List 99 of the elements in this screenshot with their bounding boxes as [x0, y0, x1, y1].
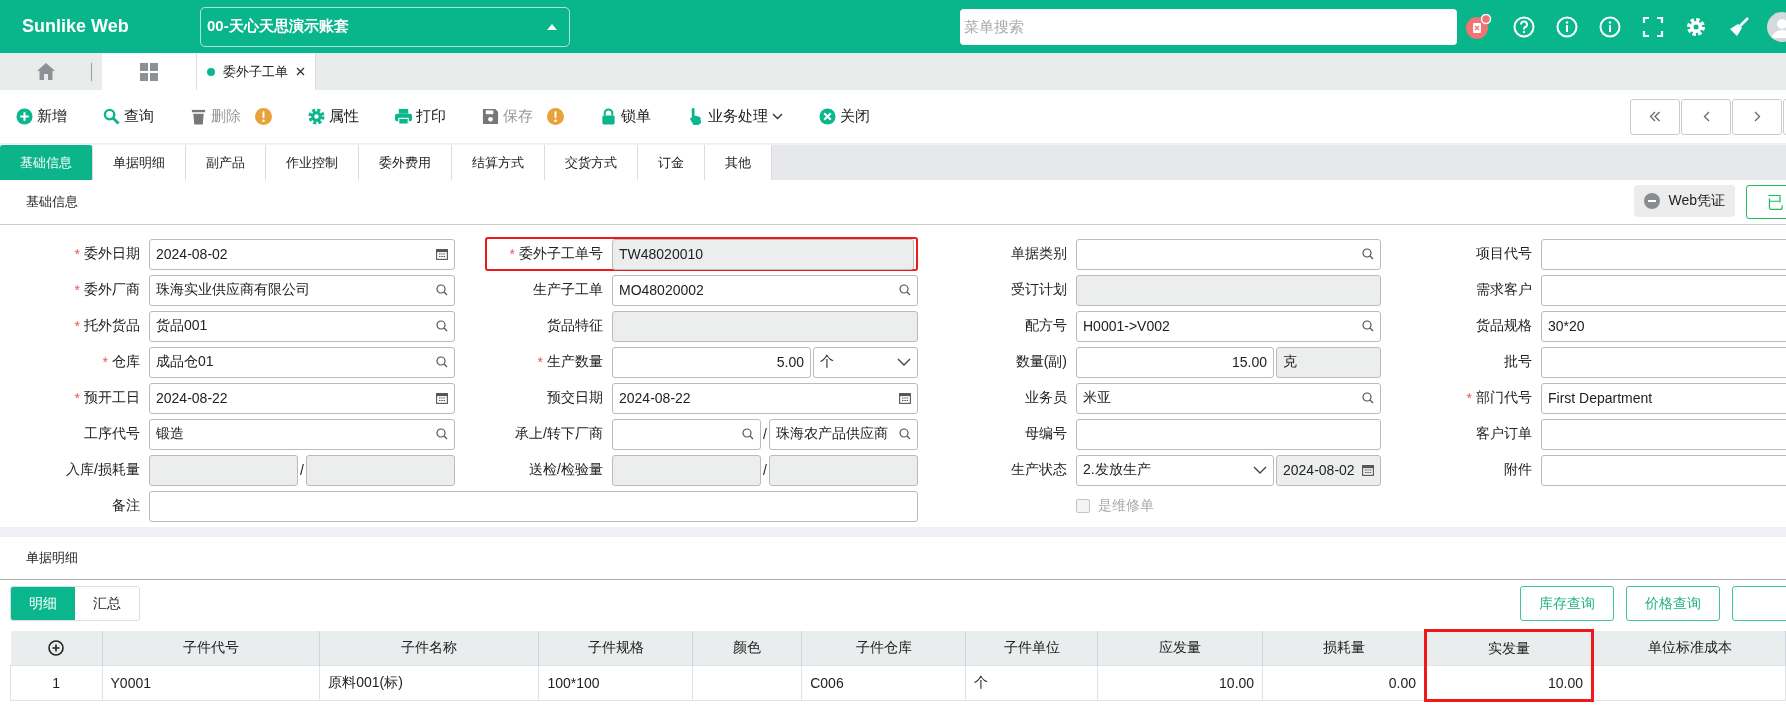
toolbar-button[interactable]: 锁单	[600, 107, 651, 126]
field-label: 生产数量	[547, 353, 603, 371]
toolbar-button[interactable]: 业务处理	[687, 107, 783, 126]
search-field[interactable]: MO48020002	[612, 274, 918, 306]
input-field[interactable]: 30*20	[1541, 310, 1786, 342]
form-tab[interactable]: 委外费用	[359, 145, 452, 180]
logo: Sunlike Web	[21, 16, 130, 37]
column-header: 颜色	[692, 630, 802, 666]
column-header: 子件规格	[538, 630, 693, 666]
date-field[interactable]: 2024-08-22	[612, 382, 918, 414]
form-tab[interactable]: 结算方式	[452, 145, 545, 180]
column-header: 实发量	[1425, 630, 1593, 666]
page-tab[interactable]: 委外子工单	[196, 53, 316, 90]
field-label: 备注	[112, 497, 140, 515]
required-mark: *	[1466, 390, 1472, 406]
field-label: 生产状态	[1011, 461, 1067, 479]
input-field[interactable]: First Department	[1541, 382, 1786, 414]
search-field[interactable]: 珠海农产品供应商	[768, 418, 918, 450]
row-number: 1	[10, 665, 102, 701]
field-label: 批号	[1504, 353, 1532, 371]
table-cell: 10.00	[1425, 665, 1593, 701]
section-title: 基础信息	[26, 193, 78, 211]
column-header: 子件名称	[319, 630, 539, 666]
menu-search-field[interactable]: 菜单搜索	[960, 8, 1457, 45]
required-mark: *	[537, 354, 543, 370]
form-tab[interactable]: 订金	[638, 145, 705, 180]
table-cell: 0.00	[1262, 665, 1426, 701]
field-label: 仓库	[112, 353, 140, 371]
field-label: 数量(副)	[1015, 353, 1067, 371]
section-title: 单据明细	[26, 549, 78, 567]
field-label: 托外货品	[84, 317, 140, 335]
form-tab[interactable]: 交货方式	[545, 145, 638, 180]
column-header: 子件仓库	[801, 630, 966, 666]
separator: /	[763, 462, 767, 478]
field-label: 客户订单	[1476, 425, 1532, 443]
column-header: 子件代号	[102, 630, 320, 666]
table-cell: 100*100	[538, 665, 693, 701]
toolbar-button[interactable]: 关闭	[819, 107, 870, 126]
field-label: 受订计划	[1011, 281, 1067, 299]
search-field[interactable]: H0001->V002	[1076, 310, 1381, 342]
search-field[interactable]: 珠海实业供应商有限公司	[149, 274, 455, 306]
field-label: 业务员	[1025, 389, 1067, 407]
field-label: 送检/检验量	[529, 461, 603, 479]
field-label: 附件	[1504, 461, 1532, 479]
field-label: 预开工日	[84, 389, 140, 407]
select-field[interactable]: 2.发放生产	[1076, 454, 1274, 486]
column-header: 子件单位	[965, 630, 1098, 666]
form-tab[interactable]: 作业控制	[266, 145, 359, 180]
field-label: 部门代号	[1476, 389, 1532, 407]
field-label: 入库/损耗量	[66, 461, 140, 479]
required-mark: *	[102, 354, 108, 370]
search-field[interactable]: 货品001	[149, 310, 455, 342]
toolbar-button[interactable]: 查询	[103, 107, 154, 126]
voucher-button[interactable]: Web凭证	[1634, 185, 1735, 217]
field-label: 单据类别	[1011, 245, 1067, 263]
input-field[interactable]: 15.00	[1076, 346, 1274, 378]
field-label: 工序代号	[84, 425, 140, 443]
field-label: 项目代号	[1476, 245, 1532, 263]
field-label: 母编号	[1025, 425, 1067, 443]
table-cell: 个	[965, 665, 1098, 701]
field-label: 委外子工单号	[519, 245, 603, 263]
table-cell: Y0001	[102, 665, 320, 701]
form-tab[interactable]: 副产品	[186, 145, 266, 180]
tab-label: 委外子工单	[223, 62, 288, 81]
field-label: 委外厂商	[84, 281, 140, 299]
column-header: 损耗量	[1262, 630, 1426, 666]
toolbar-button[interactable]: 新增	[16, 107, 67, 126]
table-cell: 10.00	[1097, 665, 1263, 701]
date-field[interactable]: 2024-08-22	[149, 382, 455, 414]
search-field[interactable]: 成品仓01	[149, 346, 455, 378]
select-field[interactable]: 个	[813, 346, 918, 378]
field-label: 承上/转下厂商	[515, 425, 603, 443]
field-label: 预交日期	[547, 389, 603, 407]
required-mark: *	[74, 246, 80, 262]
table-cell: 原料001(标)	[319, 665, 539, 701]
search-field[interactable]: 米亚	[1076, 382, 1381, 414]
field-label: 货品特征	[547, 317, 603, 335]
table-cell: C006	[801, 665, 966, 701]
field-label: 配方号	[1025, 317, 1067, 335]
field-label: 需求客户	[1476, 281, 1532, 299]
required-mark: *	[74, 282, 80, 298]
field-label: 生产子工单	[533, 281, 603, 299]
field-label: 货品规格	[1476, 317, 1532, 335]
form-tab[interactable]: 单据明细	[93, 145, 186, 180]
search-field[interactable]: 锻造	[149, 418, 455, 450]
required-mark: *	[74, 390, 80, 406]
column-header: 应发量	[1097, 630, 1263, 666]
toolbar-button[interactable]: 打印	[395, 107, 446, 126]
form-tab[interactable]: 其他	[705, 145, 772, 180]
toolbar-button[interactable]: 属性	[308, 107, 359, 126]
column-header: 单位标准成本	[1592, 630, 1786, 666]
field-label: 委外日期	[84, 245, 140, 263]
required-mark: *	[74, 318, 80, 334]
date-field[interactable]: 2024-08-02	[149, 238, 455, 270]
input-field[interactable]: 5.00	[612, 346, 811, 378]
separator: /	[300, 462, 304, 478]
separator: /	[763, 426, 767, 442]
required-mark: *	[509, 246, 515, 262]
checkbox-label: 是维修单	[1098, 497, 1154, 515]
